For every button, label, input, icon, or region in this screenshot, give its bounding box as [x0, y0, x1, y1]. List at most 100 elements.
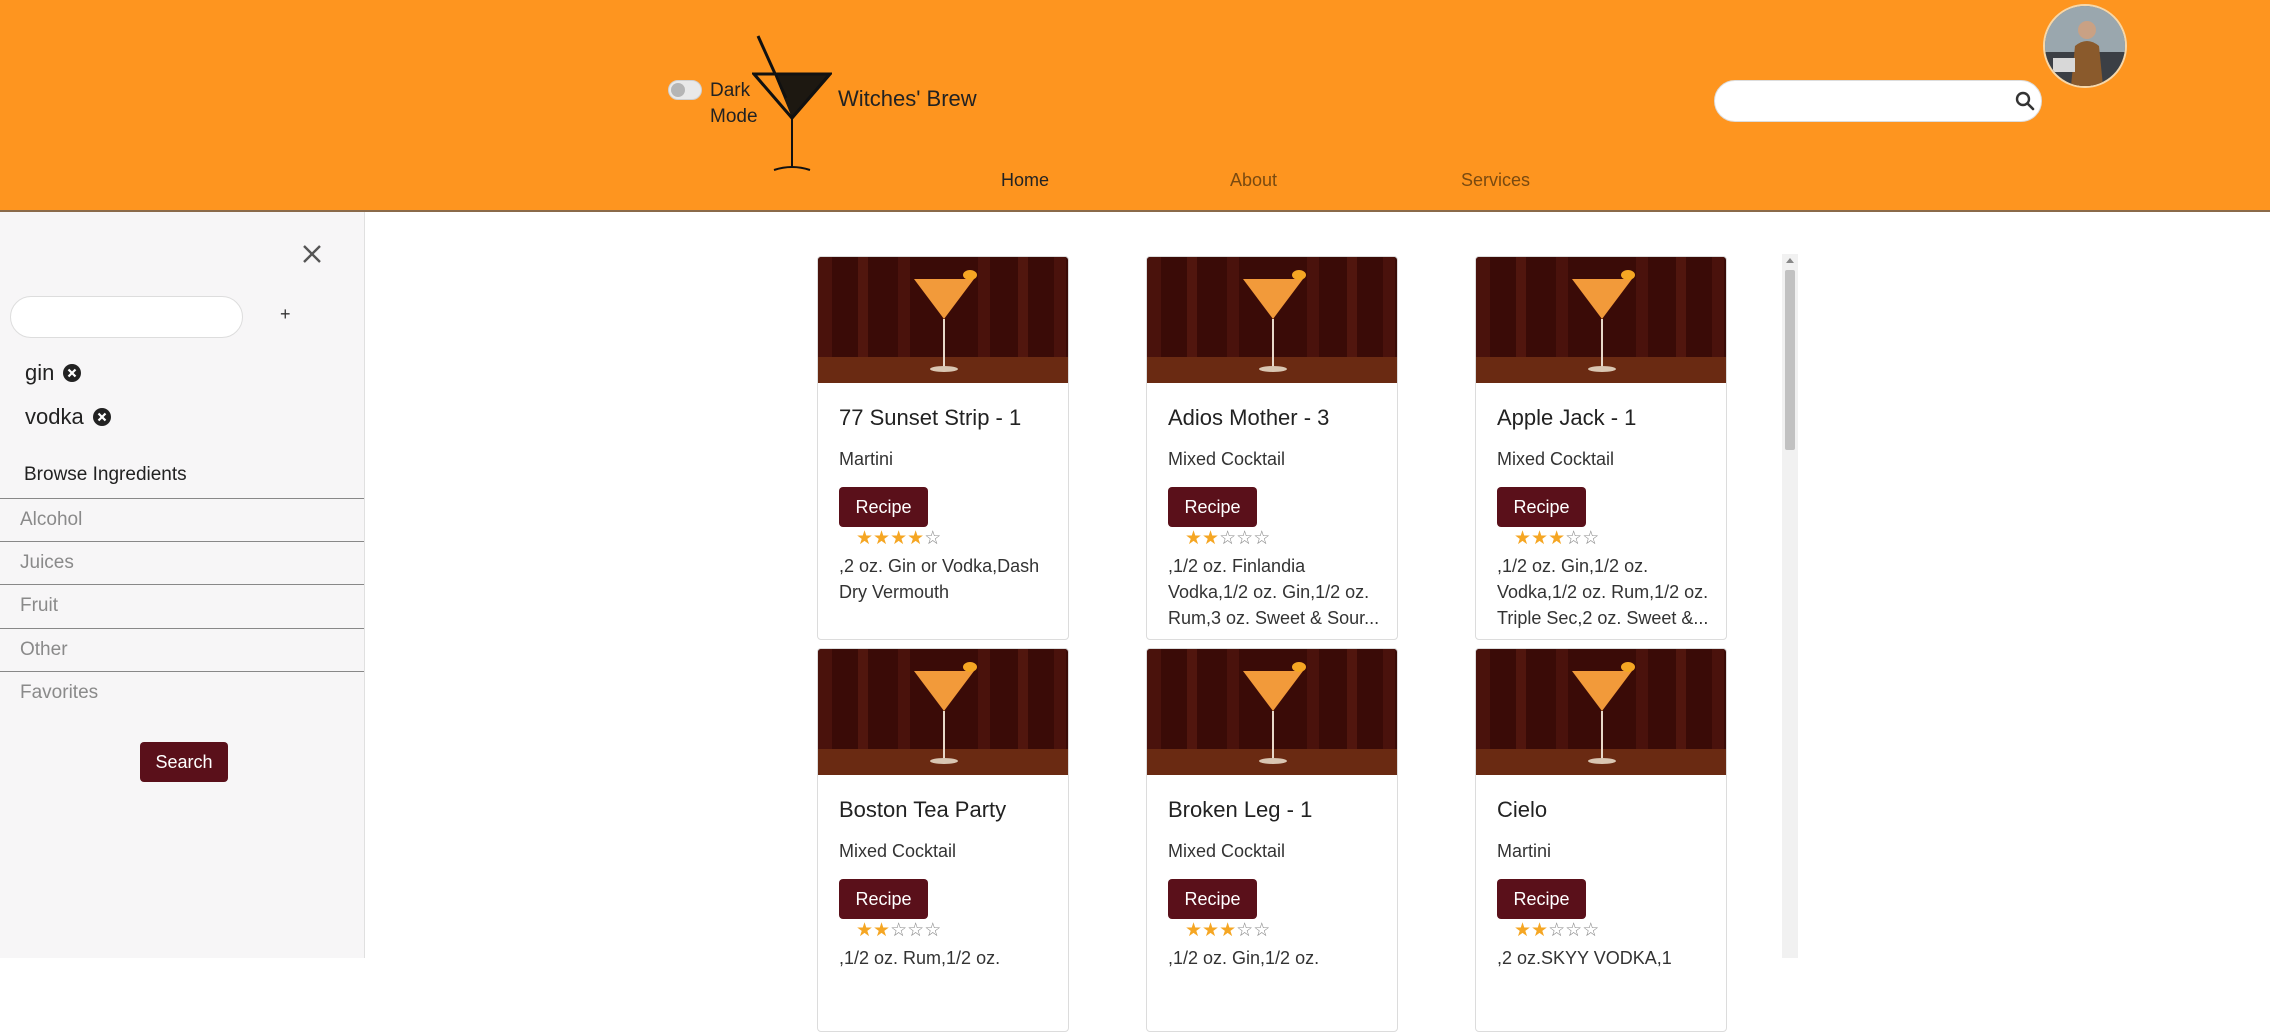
cocktail-type: Martini	[1497, 841, 1552, 861]
cocktail-image	[1476, 257, 1726, 383]
recipe-button[interactable]: Recipe	[839, 879, 928, 919]
martini-logo-icon	[752, 35, 832, 171]
cocktail-title: Boston Tea Party	[839, 797, 1007, 822]
recipe-button[interactable]: Recipe	[1497, 487, 1586, 527]
user-avatar[interactable]	[2043, 4, 2127, 88]
header-search-input[interactable]	[1714, 80, 2042, 122]
ingredient-input[interactable]	[10, 296, 243, 338]
cocktail-ingredients: ,2 oz.SKYY VODKA,1	[1497, 948, 1672, 968]
star-empty-icon[interactable]: ☆	[907, 921, 924, 941]
cocktail-card: Broken Leg - 1 Mixed Cocktail Recipe ★ ★ ★…	[1146, 648, 1398, 1032]
star-empty-icon[interactable]: ☆	[1582, 921, 1599, 941]
cocktail-type: Mixed Cocktail	[1168, 841, 1286, 861]
cocktail-image	[818, 649, 1068, 775]
site-header: Dark Mode Witches' Brew Home About Servi…	[0, 0, 2270, 212]
cocktail-title: Cielo	[1497, 797, 1548, 822]
cocktail-card: 77 Sunset Strip - 1 Martini Recipe ★ ★ ★ ★ ☆…	[817, 256, 1069, 640]
star-filled-icon[interactable]: ★	[856, 921, 873, 941]
star-filled-icon[interactable]: ★	[1219, 921, 1236, 941]
cocktail-type: Mixed Cocktail	[1497, 449, 1615, 469]
cocktail-card: Boston Tea Party Mixed Cocktail Recipe ★…	[817, 648, 1069, 1032]
chip-label: gin	[25, 360, 55, 385]
cocktail-card: Apple Jack - 1 Mixed Cocktail Recipe ★ ★ ★…	[1475, 256, 1727, 640]
star-filled-icon[interactable]: ★	[907, 529, 924, 549]
cocktail-type: Mixed Cocktail	[1168, 449, 1286, 469]
browse-ingredients-title: Browse Ingredients	[24, 464, 187, 485]
chip-label: vodka	[25, 404, 84, 429]
cocktail-image	[818, 257, 1068, 383]
cocktail-title: 77 Sunset Strip - 1	[839, 405, 1022, 430]
recipe-button[interactable]: Recipe	[839, 487, 928, 527]
star-empty-icon[interactable]: ☆	[1253, 529, 1270, 549]
cocktail-card: Adios Mother - 3 Mixed Cocktail Recipe ★…	[1146, 256, 1398, 640]
star-empty-icon[interactable]: ☆	[1236, 529, 1253, 549]
star-empty-icon[interactable]: ☆	[890, 921, 907, 941]
sidebar-search-button[interactable]: Search	[140, 742, 228, 782]
star-rating[interactable]: ★ ★ ☆ ☆ ☆	[1514, 921, 1599, 941]
star-filled-icon[interactable]: ★	[873, 529, 890, 549]
recipe-button[interactable]: Recipe	[1168, 487, 1257, 527]
star-filled-icon[interactable]: ★	[1514, 921, 1531, 941]
cocktail-ingredients: ,1/2 oz. Rum,1/2 oz.	[839, 948, 1001, 968]
star-filled-icon[interactable]: ★	[1202, 529, 1219, 549]
toggle-knob	[671, 83, 685, 97]
star-empty-icon[interactable]: ☆	[1582, 529, 1599, 549]
star-filled-icon[interactable]: ★	[1531, 529, 1548, 549]
cocktail-image	[1147, 257, 1397, 383]
recipe-button[interactable]: Recipe	[1497, 879, 1586, 919]
recipe-button[interactable]: Recipe	[1168, 879, 1257, 919]
star-rating[interactable]: ★ ★ ☆ ☆ ☆	[1185, 529, 1270, 549]
results-scrollbar[interactable]	[1782, 254, 1798, 958]
category-favorites[interactable]: Favorites	[0, 671, 364, 714]
cocktail-ingredients: ,1/2 oz. Gin,1/2 oz. Vodka,1/2 oz. Rum,1…	[1497, 556, 1709, 628]
star-rating[interactable]: ★ ★ ★ ☆ ☆	[1185, 921, 1270, 941]
cocktail-title: Adios Mother - 3	[1168, 405, 1330, 430]
star-rating[interactable]: ★ ★ ★ ★ ☆	[856, 529, 941, 549]
category-juices[interactable]: Juices	[0, 541, 364, 584]
scrollbar-thumb[interactable]	[1785, 270, 1795, 450]
star-empty-icon[interactable]: ☆	[1548, 921, 1565, 941]
cocktail-card: Cielo Martini Recipe ★ ★ ☆ ☆ ☆ ,2 oz.SKYY VO…	[1475, 648, 1727, 1032]
nav-about[interactable]: About	[1230, 170, 1277, 191]
toggle-track[interactable]	[668, 80, 702, 100]
star-filled-icon[interactable]: ★	[1531, 921, 1548, 941]
remove-chip-icon[interactable]	[92, 407, 112, 427]
star-filled-icon[interactable]: ★	[856, 529, 873, 549]
star-empty-icon[interactable]: ☆	[1219, 529, 1236, 549]
avatar-photo	[2045, 6, 2125, 86]
search-icon[interactable]	[2014, 90, 2036, 112]
star-filled-icon[interactable]: ★	[1548, 529, 1565, 549]
cocktail-title: Apple Jack - 1	[1497, 405, 1637, 430]
close-icon[interactable]	[300, 242, 324, 266]
remove-chip-icon[interactable]	[62, 363, 82, 383]
star-empty-icon[interactable]: ☆	[1565, 921, 1582, 941]
cocktail-ingredients: ,1/2 oz. Finlandia Vodka,1/2 oz. Gin,1/2…	[1168, 556, 1380, 628]
star-rating[interactable]: ★ ★ ☆ ☆ ☆	[856, 921, 941, 941]
star-filled-icon[interactable]: ★	[873, 921, 890, 941]
star-empty-icon[interactable]: ☆	[924, 921, 941, 941]
star-filled-icon[interactable]: ★	[1202, 921, 1219, 941]
star-empty-icon[interactable]: ☆	[1253, 921, 1270, 941]
star-filled-icon[interactable]: ★	[1185, 921, 1202, 941]
add-ingredient-button[interactable]: +	[280, 304, 291, 325]
filter-sidebar: + gin vodka Browse Ingredients Alcohol J…	[0, 212, 365, 958]
cocktail-type: Martini	[839, 449, 894, 469]
star-filled-icon[interactable]: ★	[890, 529, 907, 549]
ingredient-chip: vodka	[25, 404, 112, 430]
star-filled-icon[interactable]: ★	[1514, 529, 1531, 549]
cocktail-image	[1147, 649, 1397, 775]
star-empty-icon[interactable]: ☆	[1565, 529, 1582, 549]
category-fruit[interactable]: Fruit	[0, 584, 364, 627]
star-empty-icon[interactable]: ☆	[924, 529, 941, 549]
star-empty-icon[interactable]: ☆	[1236, 921, 1253, 941]
cocktail-ingredients: ,1/2 oz. Gin,1/2 oz.	[1168, 948, 1320, 968]
star-filled-icon[interactable]: ★	[1185, 529, 1202, 549]
star-rating[interactable]: ★ ★ ★ ☆ ☆	[1514, 529, 1599, 549]
category-alcohol[interactable]: Alcohol	[0, 498, 364, 541]
nav-home[interactable]: Home	[1001, 170, 1049, 191]
brand-name: Witches' Brew	[838, 86, 977, 111]
category-other[interactable]: Other	[0, 628, 364, 671]
cocktail-title: Broken Leg - 1	[1168, 797, 1313, 822]
scroll-up-arrow-icon[interactable]	[1786, 258, 1794, 263]
nav-services[interactable]: Services	[1461, 170, 1530, 191]
